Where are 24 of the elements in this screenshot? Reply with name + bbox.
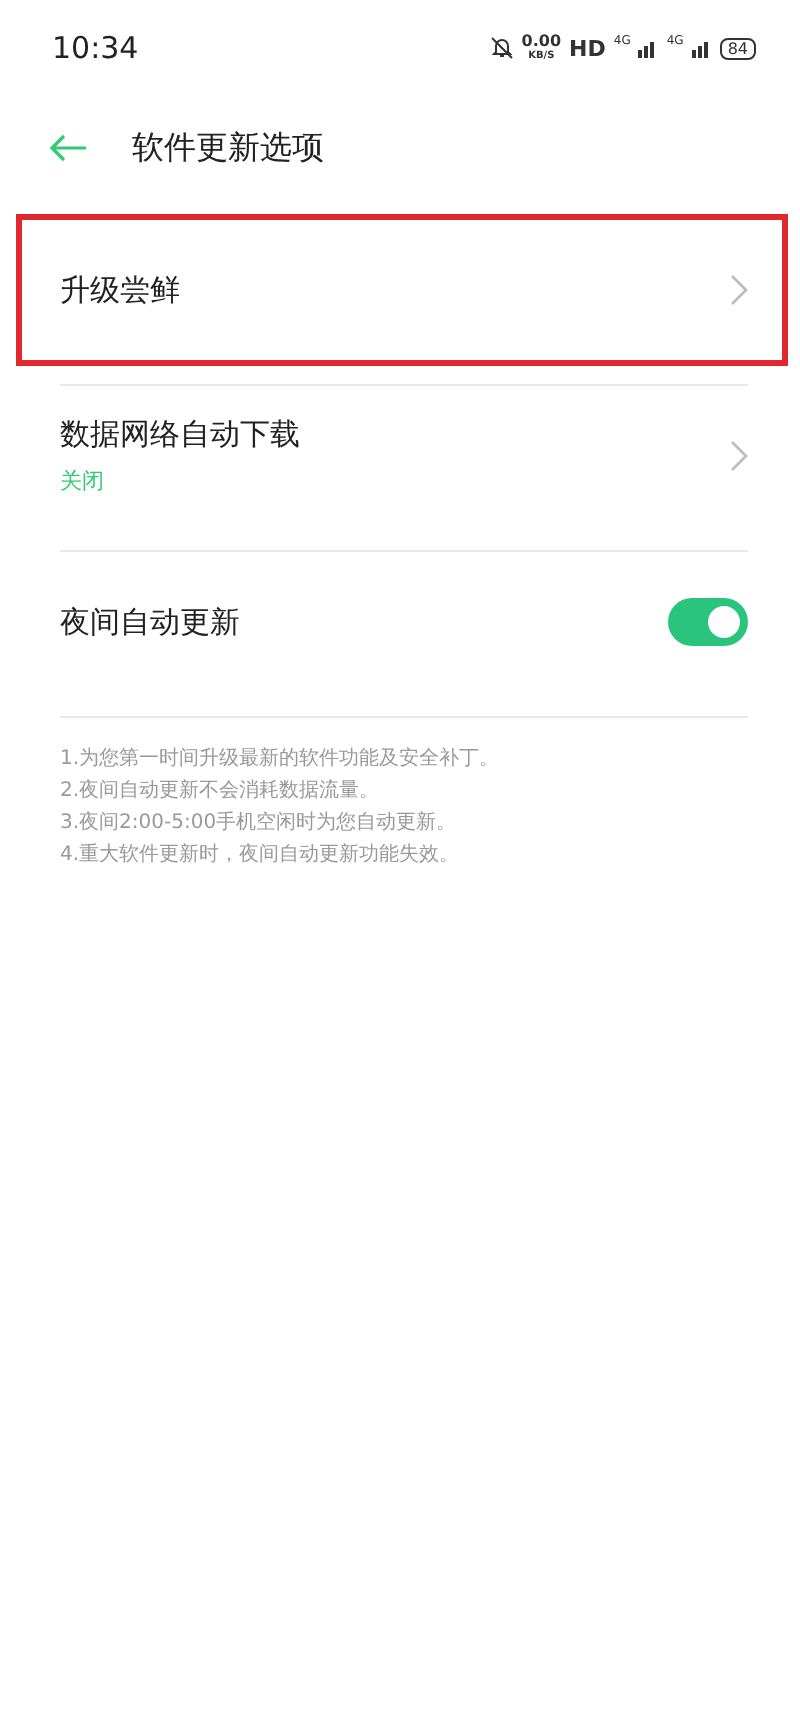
- mute-bell-icon: [489, 36, 514, 60]
- back-button[interactable]: [48, 134, 88, 162]
- settings-row[interactable]: 数据网络自动下载 关闭: [60, 386, 748, 526]
- row-label: 夜间自动更新: [60, 603, 240, 641]
- row-value: 关闭: [60, 466, 106, 496]
- signal-icon: [691, 38, 712, 58]
- chevron-icon: [730, 274, 748, 306]
- note-text: 3.夜间2:00-5:00手机空闲时为您自动更新。: [60, 810, 459, 838]
- note-text: 2.夜间自动更新不会消耗数据流量。: [60, 778, 382, 806]
- row-label: 升级尝鲜: [60, 271, 180, 309]
- back-arrow-icon: [48, 134, 88, 162]
- note-text: 4.重大软件更新时，夜间自动更新功能失效。: [60, 842, 462, 870]
- chevron-icon: [730, 440, 748, 472]
- toggle-switch[interactable]: [668, 598, 748, 646]
- battery-indicator: 84: [719, 37, 756, 59]
- speed-value: 0.00: [521, 34, 562, 50]
- status-time: 10:34: [52, 30, 139, 66]
- note-text: 1.为您第一时间升级最新的软件功能及安全补丁。: [60, 746, 502, 774]
- signal-icon: [638, 38, 659, 58]
- hd-label: HD: [569, 35, 606, 61]
- settings-row[interactable]: 升级尝鲜: [22, 220, 782, 360]
- settings-row[interactable]: 夜间自动更新: [60, 552, 748, 692]
- row-label: 数据网络自动下载: [60, 416, 300, 454]
- page-title: 软件更新选项: [132, 127, 324, 169]
